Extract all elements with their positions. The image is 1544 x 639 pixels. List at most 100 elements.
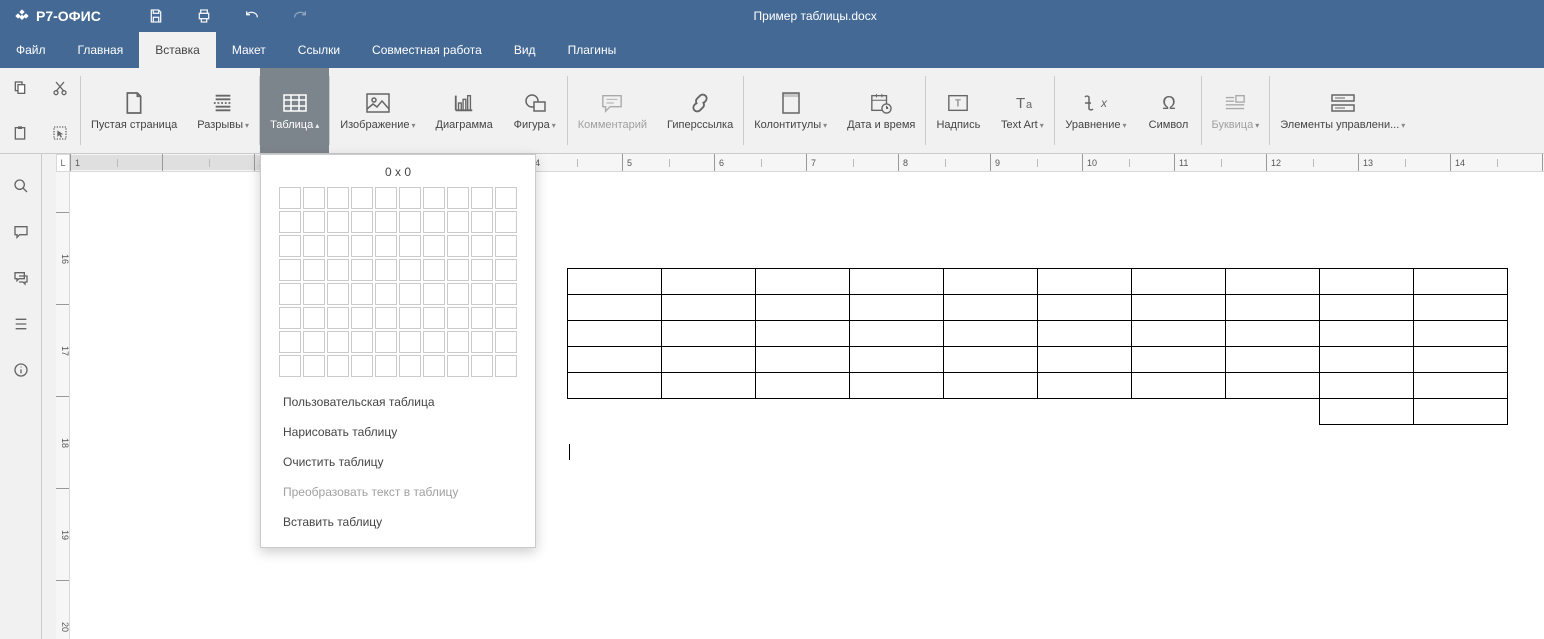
grid-cell[interactable] [351, 283, 373, 305]
grid-cell[interactable] [423, 259, 445, 281]
grid-cell[interactable] [327, 355, 349, 377]
grid-cell[interactable] [375, 259, 397, 281]
grid-cell[interactable] [447, 259, 469, 281]
grid-cell[interactable] [495, 235, 517, 257]
grid-cell[interactable] [279, 307, 301, 329]
grid-cell[interactable] [495, 283, 517, 305]
grid-cell[interactable] [471, 211, 493, 233]
grid-cell[interactable] [279, 355, 301, 377]
document-table[interactable] [567, 268, 1508, 425]
grid-cell[interactable] [303, 259, 325, 281]
hyperlink-button[interactable]: Гиперссылка [657, 68, 743, 153]
grid-cell[interactable] [399, 259, 421, 281]
symbol-button[interactable]: Ω Символ [1137, 68, 1201, 153]
copy-button[interactable] [10, 78, 30, 98]
feedback-button[interactable] [11, 360, 31, 380]
save-button[interactable] [147, 7, 165, 25]
grid-cell[interactable] [399, 187, 421, 209]
search-panel-button[interactable] [11, 176, 31, 196]
grid-cell[interactable] [447, 355, 469, 377]
grid-cell[interactable] [423, 307, 445, 329]
grid-cell[interactable] [279, 235, 301, 257]
grid-cell[interactable] [399, 235, 421, 257]
grid-cell[interactable] [495, 211, 517, 233]
date-time-button[interactable]: Дата и время [837, 68, 925, 153]
tab-home[interactable]: Главная [62, 32, 140, 68]
grid-cell[interactable] [447, 307, 469, 329]
grid-cell[interactable] [471, 331, 493, 353]
grid-cell[interactable] [423, 211, 445, 233]
grid-cell[interactable] [471, 259, 493, 281]
grid-cell[interactable] [471, 307, 493, 329]
textbox-button[interactable]: T Надпись [926, 68, 990, 153]
grid-cell[interactable] [327, 187, 349, 209]
dropcap-button[interactable]: Буквица▾ [1202, 68, 1270, 153]
header-footer-button[interactable]: Колонтитулы▾ [744, 68, 837, 153]
grid-cell[interactable] [399, 355, 421, 377]
grid-cell[interactable] [375, 307, 397, 329]
grid-cell[interactable] [303, 235, 325, 257]
blank-page-button[interactable]: Пустая страница [81, 68, 187, 153]
custom-table-menu[interactable]: Пользовательская таблица [261, 387, 535, 417]
grid-cell[interactable] [423, 187, 445, 209]
tab-insert[interactable]: Вставка [139, 32, 216, 68]
tab-layout[interactable]: Макет [216, 32, 282, 68]
print-button[interactable] [195, 7, 213, 25]
tab-plugins[interactable]: Плагины [552, 32, 633, 68]
grid-cell[interactable] [351, 331, 373, 353]
grid-cell[interactable] [351, 211, 373, 233]
grid-cell[interactable] [327, 331, 349, 353]
grid-cell[interactable] [327, 235, 349, 257]
grid-cell[interactable] [303, 187, 325, 209]
chart-button[interactable]: Диаграмма [426, 68, 503, 153]
tab-references[interactable]: Ссылки [282, 32, 356, 68]
grid-cell[interactable] [375, 331, 397, 353]
tab-view[interactable]: Вид [498, 32, 552, 68]
breaks-button[interactable]: Разрывы▾ [187, 68, 259, 153]
grid-cell[interactable] [279, 187, 301, 209]
grid-cell[interactable] [375, 211, 397, 233]
grid-cell[interactable] [447, 235, 469, 257]
grid-cell[interactable] [279, 331, 301, 353]
grid-cell[interactable] [447, 211, 469, 233]
draw-table-menu[interactable]: Нарисовать таблицу [261, 417, 535, 447]
grid-cell[interactable] [375, 283, 397, 305]
grid-cell[interactable] [279, 283, 301, 305]
select-all-button[interactable] [50, 123, 70, 143]
image-button[interactable]: Изображение▾ [330, 68, 425, 153]
redo-button[interactable] [291, 7, 309, 25]
grid-cell[interactable] [447, 283, 469, 305]
grid-cell[interactable] [351, 187, 373, 209]
grid-cell[interactable] [375, 355, 397, 377]
table-size-picker[interactable] [261, 187, 535, 387]
grid-cell[interactable] [423, 283, 445, 305]
insert-table-menu[interactable]: Вставить таблицу [261, 507, 535, 537]
tab-collaboration[interactable]: Совместная работа [356, 32, 498, 68]
controls-button[interactable]: Элементы управлени...▾ [1270, 68, 1415, 153]
grid-cell[interactable] [303, 211, 325, 233]
table-button[interactable]: Таблица▴ [260, 68, 329, 153]
grid-cell[interactable] [399, 307, 421, 329]
grid-cell[interactable] [399, 283, 421, 305]
vertical-ruler[interactable]: 0123456789101112131415161718192021222324 [56, 172, 70, 639]
undo-button[interactable] [243, 7, 261, 25]
grid-cell[interactable] [471, 235, 493, 257]
navigation-panel-button[interactable] [11, 314, 31, 334]
grid-cell[interactable] [351, 235, 373, 257]
textart-button[interactable]: Ta Text Art▾ [990, 68, 1054, 153]
comment-button[interactable]: Комментарий [568, 68, 657, 153]
grid-cell[interactable] [303, 355, 325, 377]
equation-button[interactable]: x Уравнение▾ [1055, 68, 1136, 153]
grid-cell[interactable] [447, 331, 469, 353]
grid-cell[interactable] [495, 187, 517, 209]
chat-panel-button[interactable] [11, 268, 31, 288]
paste-button[interactable] [10, 123, 30, 143]
grid-cell[interactable] [375, 187, 397, 209]
grid-cell[interactable] [447, 187, 469, 209]
grid-cell[interactable] [399, 211, 421, 233]
grid-cell[interactable] [351, 259, 373, 281]
grid-cell[interactable] [471, 187, 493, 209]
grid-cell[interactable] [495, 355, 517, 377]
grid-cell[interactable] [495, 331, 517, 353]
grid-cell[interactable] [279, 211, 301, 233]
